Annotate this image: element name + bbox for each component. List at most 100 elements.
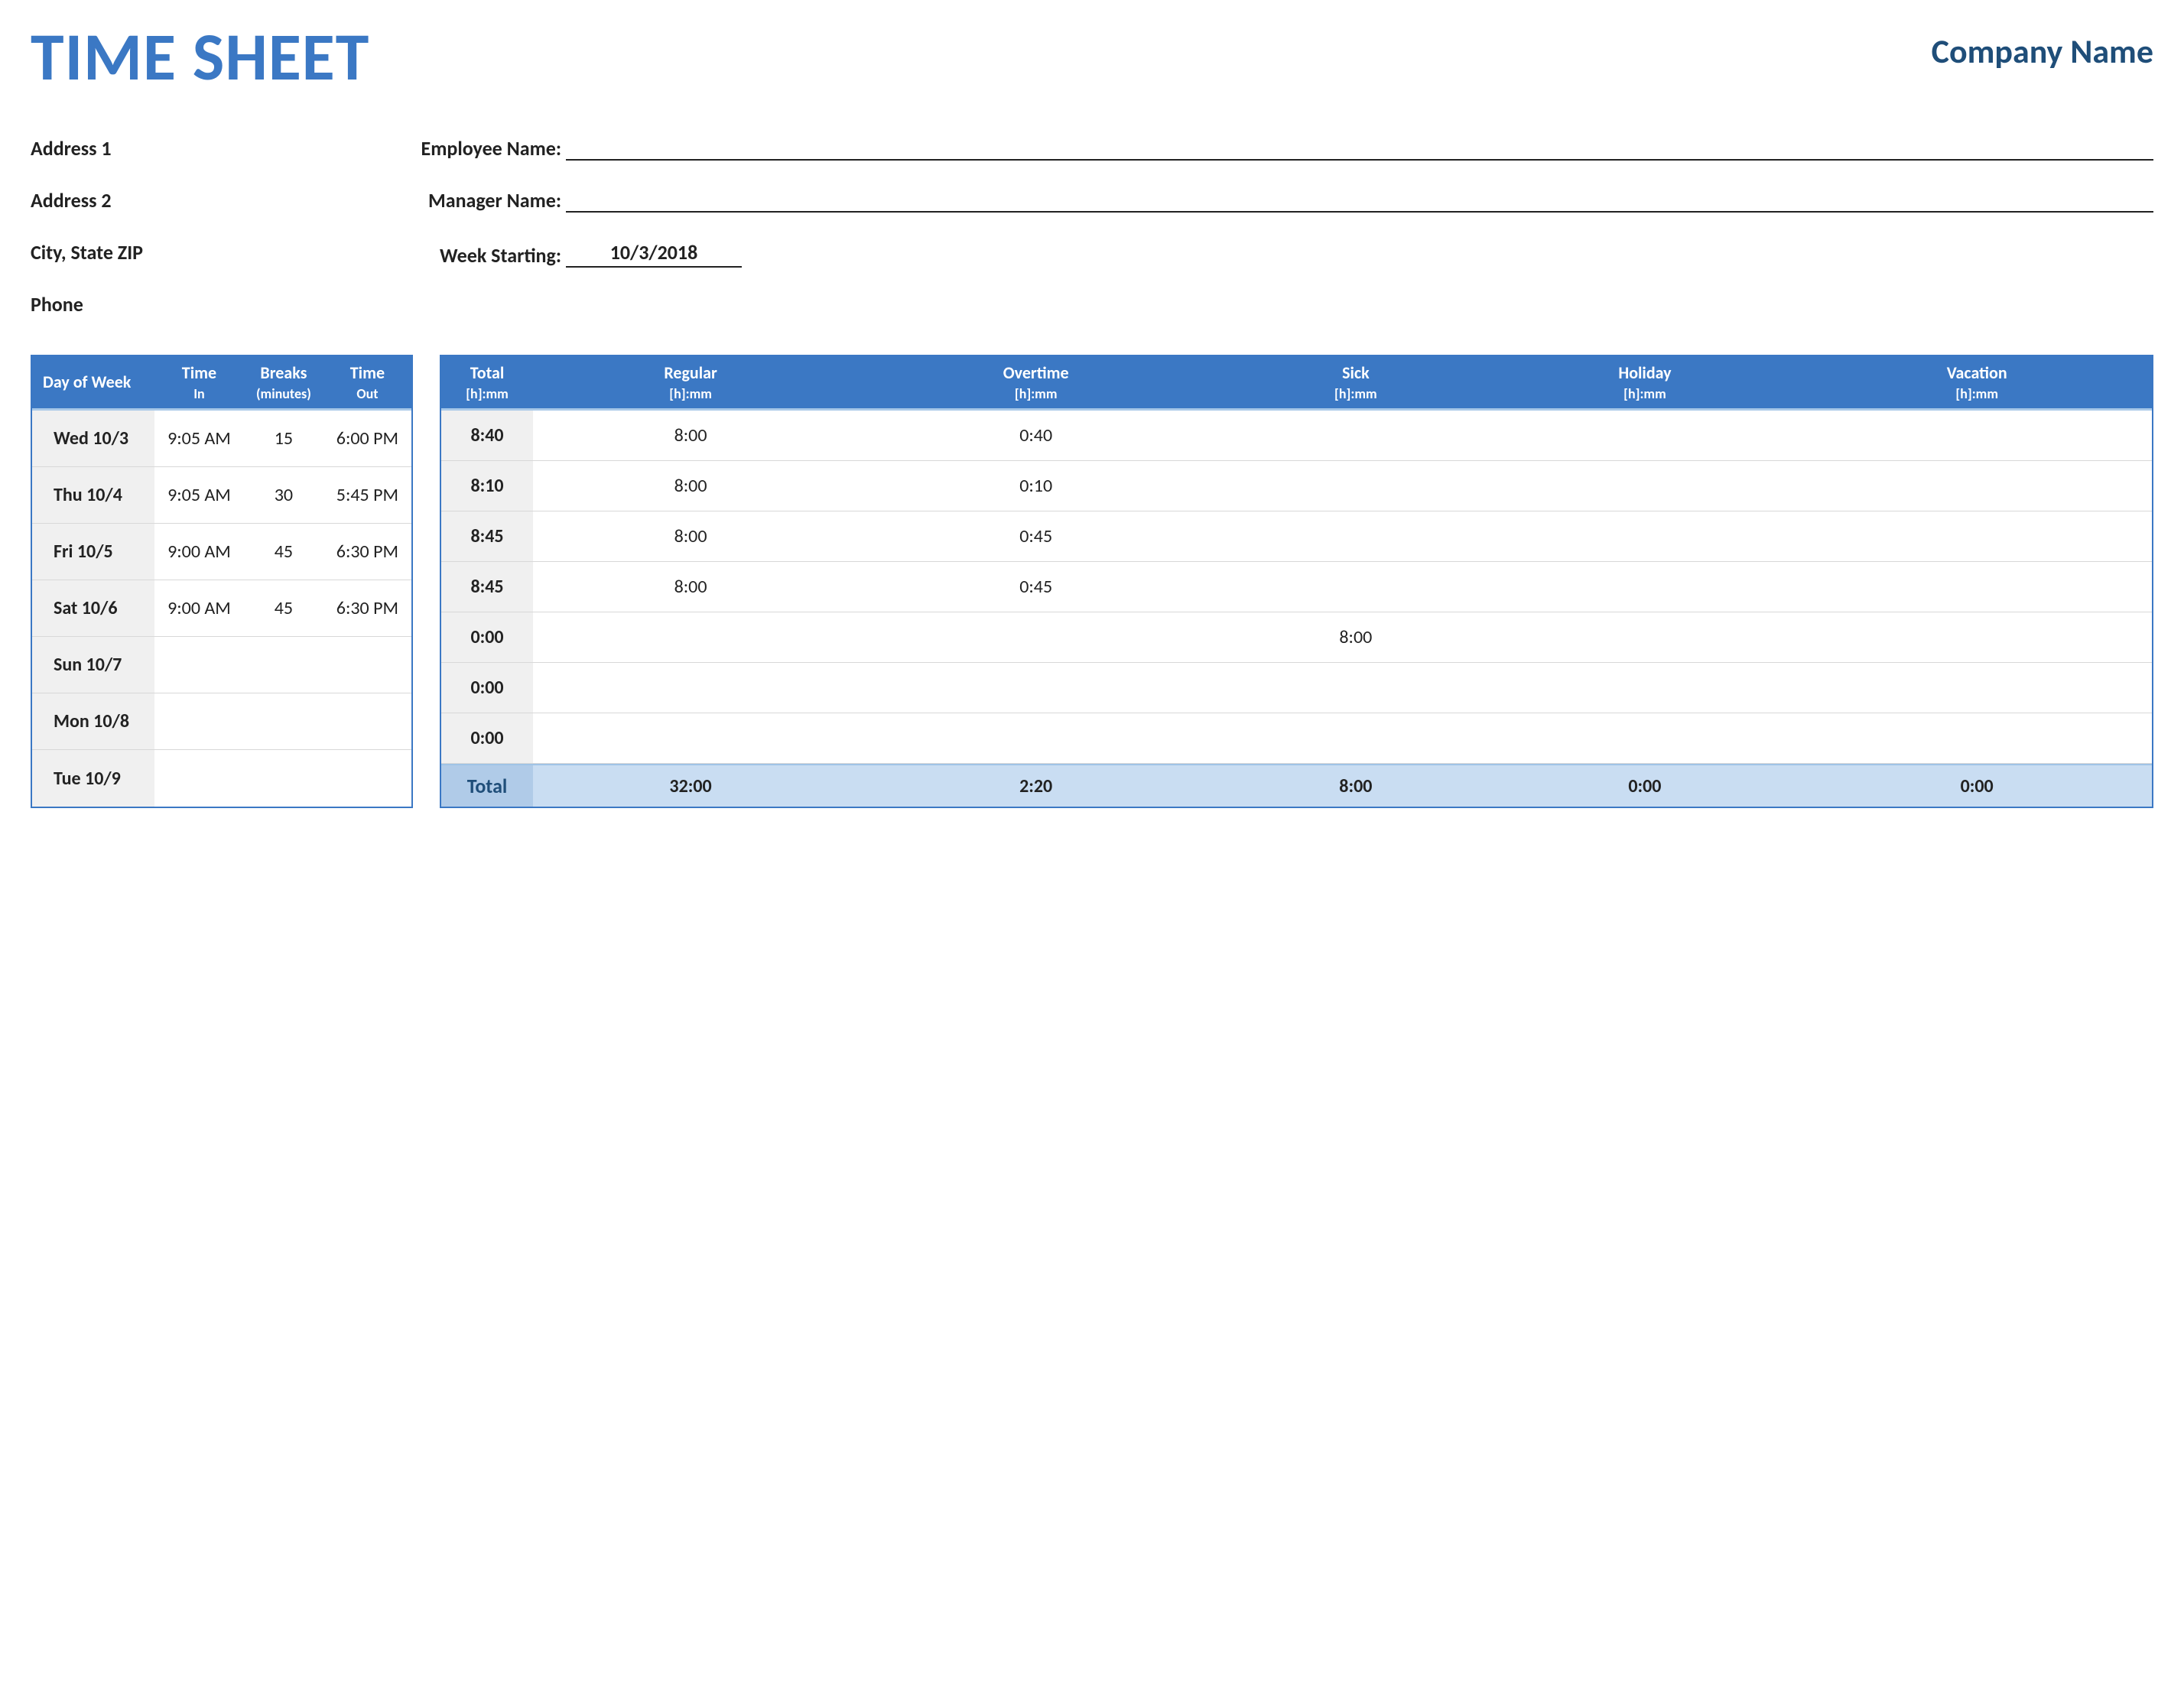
- cell-overtime[interactable]: 0:45: [848, 562, 1224, 612]
- cell-day[interactable]: Fri 10/5: [32, 524, 154, 580]
- cell-vacation[interactable]: [1802, 663, 2152, 713]
- table-row: Wed 10/39:05 AM156:00 PM: [32, 411, 411, 467]
- totals-holiday: 0:00: [1488, 764, 1802, 807]
- cell-total: 8:10: [441, 461, 533, 511]
- cell-time-in[interactable]: [154, 750, 244, 807]
- cell-time-in[interactable]: [154, 637, 244, 693]
- cell-time-out[interactable]: 5:45 PM: [323, 467, 411, 524]
- cell-overtime[interactable]: [848, 713, 1224, 764]
- cell-overtime[interactable]: 0:45: [848, 511, 1224, 562]
- cell-time-out[interactable]: [323, 693, 411, 750]
- cell-time-in[interactable]: 9:05 AM: [154, 467, 244, 524]
- cell-breaks[interactable]: [244, 693, 323, 750]
- cell-time-out[interactable]: [323, 637, 411, 693]
- cell-day[interactable]: Sun 10/7: [32, 637, 154, 693]
- totals-label: Total: [441, 764, 533, 807]
- city-state-zip: City, State ZIP: [31, 240, 382, 265]
- cell-sick[interactable]: [1224, 713, 1487, 764]
- week-starting-input[interactable]: 10/3/2018: [566, 240, 742, 268]
- cell-breaks[interactable]: 45: [244, 580, 323, 637]
- cell-vacation[interactable]: [1802, 562, 2152, 612]
- cell-time-in[interactable]: 9:05 AM: [154, 411, 244, 467]
- cell-sick[interactable]: [1224, 663, 1487, 713]
- cell-time-out[interactable]: 6:30 PM: [323, 524, 411, 580]
- cell-regular[interactable]: 8:00: [533, 461, 848, 511]
- cell-regular[interactable]: 8:00: [533, 411, 848, 461]
- cell-overtime[interactable]: [848, 663, 1224, 713]
- cell-total: 0:00: [441, 612, 533, 663]
- cell-breaks[interactable]: 30: [244, 467, 323, 524]
- totals-vacation: 0:00: [1802, 764, 2152, 807]
- cell-total: 8:40: [441, 411, 533, 461]
- time-entry-table: Day of Week TimeIn Breaks(minutes) TimeO…: [31, 355, 413, 808]
- table-row: 0:00: [441, 713, 2152, 764]
- cell-time-in[interactable]: [154, 693, 244, 750]
- cell-day[interactable]: Mon 10/8: [32, 693, 154, 750]
- table-row: Thu 10/49:05 AM305:45 PM: [32, 467, 411, 524]
- cell-overtime[interactable]: 0:10: [848, 461, 1224, 511]
- table-row: Sat 10/69:00 AM456:30 PM: [32, 580, 411, 637]
- cell-sick[interactable]: 8:00: [1224, 612, 1487, 663]
- cell-holiday[interactable]: [1488, 511, 1802, 562]
- employee-name-input[interactable]: [566, 138, 2153, 161]
- cell-day[interactable]: Sat 10/6: [32, 580, 154, 637]
- cell-total: 8:45: [441, 511, 533, 562]
- col-overtime: Overtime[h]:mm: [848, 355, 1224, 411]
- cell-sick[interactable]: [1224, 562, 1487, 612]
- cell-breaks[interactable]: [244, 750, 323, 807]
- cell-vacation[interactable]: [1802, 511, 2152, 562]
- cell-vacation[interactable]: [1802, 461, 2152, 511]
- cell-time-out[interactable]: [323, 750, 411, 807]
- cell-breaks[interactable]: 45: [244, 524, 323, 580]
- cell-breaks[interactable]: [244, 637, 323, 693]
- cell-time-in[interactable]: 9:00 AM: [154, 580, 244, 637]
- cell-day[interactable]: Tue 10/9: [32, 750, 154, 807]
- cell-holiday[interactable]: [1488, 663, 1802, 713]
- cell-regular[interactable]: 8:00: [533, 511, 848, 562]
- table-row: 0:00: [441, 663, 2152, 713]
- cell-vacation[interactable]: [1802, 713, 2152, 764]
- employee-name-label: Employee Name:: [413, 136, 566, 161]
- cell-sick[interactable]: [1224, 411, 1487, 461]
- phone: Phone: [31, 292, 382, 317]
- company-name: Company Name: [1932, 31, 2153, 72]
- cell-holiday[interactable]: [1488, 411, 1802, 461]
- cell-holiday[interactable]: [1488, 562, 1802, 612]
- cell-regular[interactable]: 8:00: [533, 562, 848, 612]
- cell-sick[interactable]: [1224, 461, 1487, 511]
- cell-total: 0:00: [441, 713, 533, 764]
- cell-total: 0:00: [441, 663, 533, 713]
- table-row: 8:458:000:45: [441, 511, 2152, 562]
- cell-vacation[interactable]: [1802, 411, 2152, 461]
- table-row: Sun 10/7: [32, 637, 411, 693]
- cell-regular[interactable]: [533, 663, 848, 713]
- col-holiday: Holiday[h]:mm: [1488, 355, 1802, 411]
- col-total: Total[h]:mm: [441, 355, 533, 411]
- totals-row: Total32:002:208:000:000:00: [441, 764, 2152, 807]
- cell-overtime[interactable]: [848, 612, 1224, 663]
- col-time-out: TimeOut: [323, 355, 411, 411]
- col-vacation: Vacation[h]:mm: [1802, 355, 2152, 411]
- cell-sick[interactable]: [1224, 511, 1487, 562]
- cell-overtime[interactable]: 0:40: [848, 411, 1224, 461]
- table-row: Mon 10/8: [32, 693, 411, 750]
- cell-regular[interactable]: [533, 612, 848, 663]
- table-row: Fri 10/59:00 AM456:30 PM: [32, 524, 411, 580]
- totals-overtime: 2:20: [848, 764, 1224, 807]
- cell-time-out[interactable]: 6:30 PM: [323, 580, 411, 637]
- cell-regular[interactable]: [533, 713, 848, 764]
- cell-time-out[interactable]: 6:00 PM: [323, 411, 411, 467]
- cell-breaks[interactable]: 15: [244, 411, 323, 467]
- cell-total: 8:45: [441, 562, 533, 612]
- cell-holiday[interactable]: [1488, 461, 1802, 511]
- cell-day[interactable]: Wed 10/3: [32, 411, 154, 467]
- cell-holiday[interactable]: [1488, 713, 1802, 764]
- cell-time-in[interactable]: 9:00 AM: [154, 524, 244, 580]
- cell-holiday[interactable]: [1488, 612, 1802, 663]
- cell-vacation[interactable]: [1802, 612, 2152, 663]
- hours-summary-table: Total[h]:mm Regular[h]:mm Overtime[h]:mm…: [440, 355, 2153, 808]
- address-2: Address 2: [31, 188, 382, 213]
- manager-name-input[interactable]: [566, 190, 2153, 213]
- table-row: 0:00 8:00: [441, 612, 2152, 663]
- cell-day[interactable]: Thu 10/4: [32, 467, 154, 524]
